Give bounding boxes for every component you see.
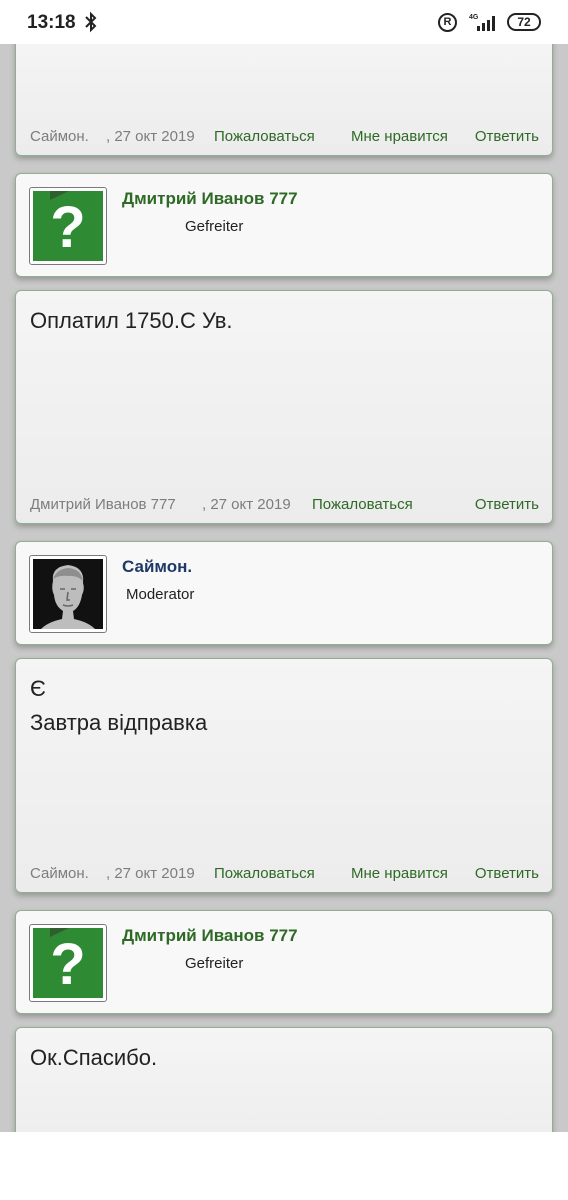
svg-text:?: ? xyxy=(50,932,85,997)
question-mark-icon: ? xyxy=(33,928,103,998)
post-user-card: ? Дмитрий Иванов 777 Gefreiter xyxy=(15,910,553,1014)
post-message-card: Є Завтра відправка Саймон. , 27 окт 2019… xyxy=(15,658,553,893)
post-date[interactable]: , 27 окт 2019 xyxy=(202,496,291,513)
like-link[interactable]: Мне нравится xyxy=(351,865,448,882)
post-author-link[interactable]: Дмитрий Иванов 777 xyxy=(30,496,176,513)
post-author-link[interactable]: Саймон. xyxy=(30,128,89,145)
reply-link[interactable]: Ответить xyxy=(475,128,539,145)
post-text: Ок.Спасибо. xyxy=(30,1045,158,1070)
report-link[interactable]: Пожаловаться xyxy=(312,496,413,513)
question-mark-icon: ? xyxy=(33,191,103,261)
post-date[interactable]: , 27 окт 2019 xyxy=(106,128,195,145)
statue-avatar-icon xyxy=(33,559,103,629)
registered-icon: R xyxy=(438,13,457,32)
post-text-line: Є xyxy=(30,676,46,701)
post-date[interactable]: , 27 окт 2019 xyxy=(106,865,195,882)
like-link[interactable]: Мне нравится xyxy=(351,128,448,145)
post-message-card: Саймон. , 27 окт 2019 Пожаловаться Мне н… xyxy=(15,44,553,156)
navigation-bar xyxy=(0,1132,568,1200)
username-link[interactable]: Саймон. xyxy=(122,557,192,577)
report-link[interactable]: Пожаловаться xyxy=(214,128,315,145)
battery-indicator: 72 xyxy=(507,13,541,31)
status-time: 13:18 xyxy=(27,12,76,33)
report-link[interactable]: Пожаловаться xyxy=(214,865,315,882)
post-user-card: Саймон. Moderator xyxy=(15,541,553,645)
user-rank: Moderator xyxy=(126,586,195,603)
post-text: Оплатил 1750.С Ув. xyxy=(30,308,233,333)
reply-link[interactable]: Ответить xyxy=(475,496,539,513)
username-link[interactable]: Дмитрий Иванов 777 xyxy=(122,189,298,209)
post-text-line: Завтра відправка xyxy=(30,710,208,735)
svg-text:?: ? xyxy=(50,195,85,260)
user-rank: Gefreiter xyxy=(185,218,244,235)
post-message-card: Оплатил 1750.С Ув. Дмитрий Иванов 777 , … xyxy=(15,290,553,524)
user-rank: Gefreiter xyxy=(185,955,244,972)
bluetooth-icon xyxy=(85,11,97,33)
network-type-label: 4G xyxy=(469,14,479,21)
status-bar: 13:18 R 4G 72 xyxy=(0,0,568,44)
avatar[interactable] xyxy=(29,555,107,633)
thread-content[interactable]: Саймон. , 27 окт 2019 Пожаловаться Мне н… xyxy=(0,44,568,1132)
post-user-card: ? Дмитрий Иванов 777 Gefreiter xyxy=(15,173,553,277)
signal-icon: 4G xyxy=(469,14,495,31)
reply-link[interactable]: Ответить xyxy=(475,865,539,882)
post-author-link[interactable]: Саймон. xyxy=(30,865,89,882)
avatar[interactable]: ? xyxy=(29,187,107,265)
post-message-card: Ок.Спасибо. xyxy=(15,1027,553,1132)
avatar[interactable]: ? xyxy=(29,924,107,1002)
username-link[interactable]: Дмитрий Иванов 777 xyxy=(122,926,298,946)
